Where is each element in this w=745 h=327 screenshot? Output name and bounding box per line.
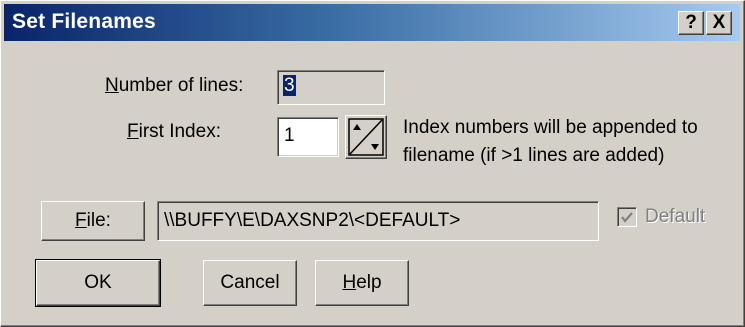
index-hint-line-1: Index numbers will be appended to — [403, 117, 698, 138]
number-of-lines-value: 3 — [283, 75, 296, 96]
set-filenames-dialog: Set Filenames ? X Number of lines: 3 Fir… — [0, 0, 745, 327]
file-button[interactable]: File: — [41, 201, 145, 241]
dialog-title: Set Filenames — [12, 10, 156, 33]
first-index-label-text: irst Index: — [138, 121, 221, 142]
cancel-button[interactable]: Cancel — [203, 260, 297, 306]
first-index-mnemonic: F — [127, 121, 139, 142]
title-bar[interactable]: Set Filenames ? X — [4, 4, 740, 41]
ok-button-frame: OK — [35, 259, 161, 307]
default-checkbox-label: Default — [645, 206, 706, 227]
help-button-label: elp — [356, 272, 382, 293]
help-button[interactable]: Help — [315, 260, 409, 306]
default-checkbox[interactable] — [617, 207, 637, 227]
file-button-label: ile: — [86, 210, 111, 231]
close-button[interactable]: X — [706, 11, 732, 35]
first-index-input[interactable]: 1 — [277, 117, 339, 157]
number-of-lines-label: Number of lines: — [105, 75, 243, 97]
file-mnemonic: F — [75, 210, 87, 231]
spin-arrows-icon — [348, 118, 384, 156]
checkmark-icon — [621, 212, 633, 223]
file-path-field[interactable]: \\BUFFY\E\DAXSNP2\<DEFAULT> — [157, 201, 599, 241]
index-hint-line-2: filename (if >1 lines are added) — [403, 145, 665, 166]
help-mnemonic: H — [342, 272, 357, 293]
context-help-button[interactable]: ? — [678, 11, 704, 35]
number-of-lines-label-text: umber of lines: — [118, 75, 244, 96]
first-index-label: First Index: — [127, 121, 221, 143]
number-of-lines-mnemonic: N — [105, 75, 119, 96]
ok-button[interactable]: OK — [36, 260, 160, 306]
first-index-spinner[interactable] — [345, 115, 387, 159]
number-of-lines-field[interactable]: 3 — [277, 70, 385, 105]
